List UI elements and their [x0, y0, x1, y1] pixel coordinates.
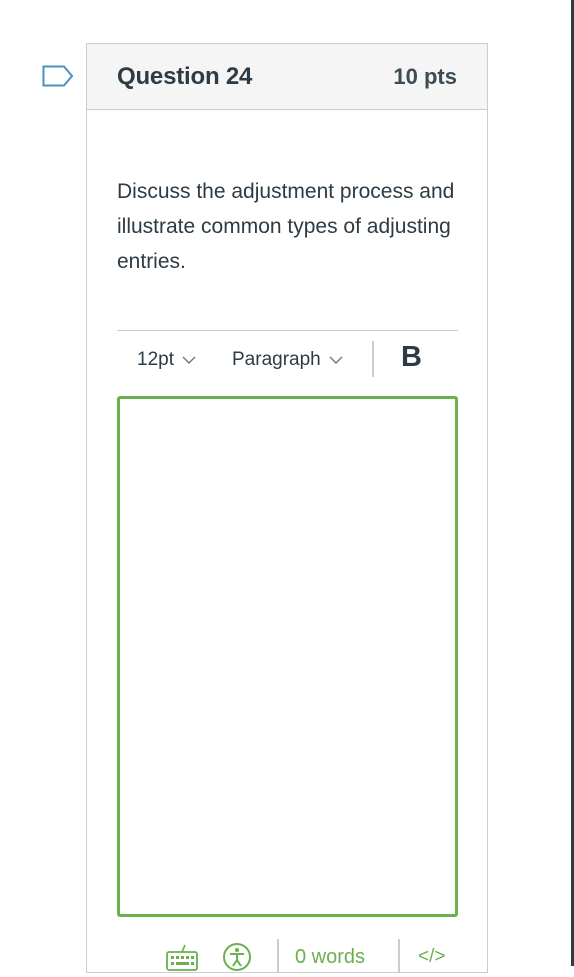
editor-toolbar: 12pt Paragraph B	[117, 330, 458, 391]
question-text: Discuss the adjustment process and illus…	[117, 180, 455, 273]
word-count[interactable]: 0 words	[295, 937, 365, 977]
keyboard-icon[interactable]	[165, 937, 199, 977]
question-card: Question 24 10 pts Discuss the adjustmen…	[86, 43, 488, 973]
flag-icon[interactable]	[42, 65, 74, 87]
bold-button[interactable]: B	[401, 341, 422, 374]
question-points: 10 pts	[393, 63, 457, 89]
chevron-down-icon	[329, 356, 343, 364]
question-title: Question 24	[117, 62, 253, 90]
block-format-label: Paragraph	[232, 349, 321, 370]
chevron-down-icon	[182, 356, 196, 364]
statusbar-divider	[277, 939, 279, 973]
font-size-label: 12pt	[137, 349, 174, 370]
toolbar-divider	[372, 341, 374, 377]
block-format-dropdown[interactable]: Paragraph	[232, 345, 343, 375]
accessibility-icon[interactable]	[221, 937, 253, 977]
statusbar-divider	[398, 939, 400, 973]
rich-text-editor[interactable]	[117, 396, 458, 917]
question-header: Question 24 10 pts	[87, 44, 487, 110]
html-editor-toggle[interactable]: </>	[418, 937, 445, 977]
editor-statusbar: 0 words </>	[117, 937, 458, 977]
font-size-dropdown[interactable]: 12pt	[137, 345, 196, 375]
editor-content[interactable]	[120, 399, 455, 419]
